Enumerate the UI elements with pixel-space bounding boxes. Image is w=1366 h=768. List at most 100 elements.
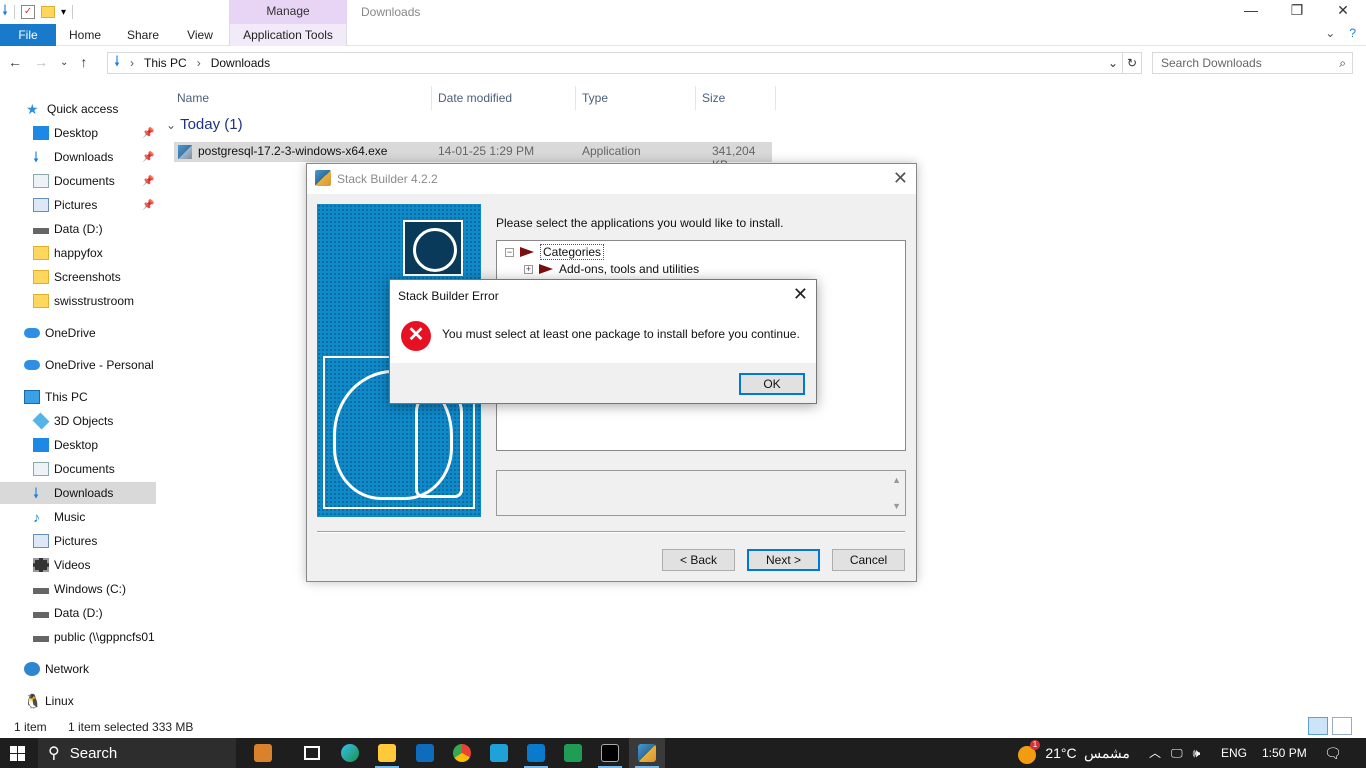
- help-icon[interactable]: ?: [1349, 26, 1356, 40]
- scroll-down-icon[interactable]: ▼: [892, 501, 901, 511]
- tab-view[interactable]: View: [178, 24, 222, 46]
- search-input[interactable]: Search Downloads ⌕: [1152, 52, 1353, 74]
- chevron-right-icon[interactable]: ›: [197, 56, 201, 70]
- nav-downloads[interactable]: 🠗 Downloads: [0, 482, 156, 504]
- tab-application-tools[interactable]: Application Tools: [229, 24, 347, 46]
- selection-info: 1 item selected 333 MB: [68, 720, 194, 734]
- nav-onedrive[interactable]: OneDrive: [0, 322, 156, 344]
- tab-file[interactable]: File: [0, 24, 56, 46]
- network-icon[interactable]: 🖵: [1171, 738, 1183, 768]
- taskbar-green-app[interactable]: [555, 738, 591, 768]
- close-icon[interactable]: ✕: [893, 168, 908, 188]
- nav-documents-pinned[interactable]: Documents 📌: [0, 170, 156, 192]
- cloud-icon: [24, 328, 40, 338]
- volume-icon[interactable]: 🕪: [1193, 738, 1201, 768]
- search-icon: ⌕: [1339, 56, 1346, 70]
- minimize-button[interactable]: —: [1228, 0, 1274, 22]
- weather-widget[interactable]: 1 21°C مشمس: [1018, 738, 1130, 768]
- nav-public-share[interactable]: public (\\gppncfs01: [0, 626, 156, 648]
- column-date-modified[interactable]: Date modified: [432, 86, 576, 110]
- clock[interactable]: 1:50 PM: [1262, 738, 1307, 768]
- download-icon: 🠗: [33, 485, 40, 501]
- nav-downloads-pinned[interactable]: 🠗 Downloads 📌: [0, 146, 156, 168]
- taskbar-chrome[interactable]: [444, 738, 480, 768]
- nav-desktop-pinned[interactable]: Desktop 📌: [0, 122, 156, 144]
- back-arrow-icon[interactable]: ←: [8, 54, 22, 72]
- recent-locations-icon[interactable]: ⌄: [60, 54, 68, 72]
- tree-item-categories[interactable]: − Categories: [505, 244, 605, 260]
- next-button[interactable]: Next >: [747, 549, 820, 571]
- forward-arrow-icon[interactable]: →: [34, 54, 48, 72]
- expand-icon[interactable]: +: [524, 264, 533, 274]
- nav-pictures[interactable]: Pictures: [0, 530, 156, 552]
- nav-network[interactable]: Network: [0, 658, 156, 680]
- group-header[interactable]: ⌄ Today (1): [166, 116, 243, 133]
- collapse-icon[interactable]: −: [505, 247, 514, 257]
- nav-swisstrustroom[interactable]: swisstrustroom: [0, 290, 156, 312]
- ok-button[interactable]: OK: [739, 373, 805, 395]
- file-name: postgresql-17.2-3-windows-x64.exe: [198, 144, 388, 158]
- close-window-button[interactable]: ✕: [1320, 0, 1366, 22]
- nav-windows-c[interactable]: Windows (C:): [0, 578, 156, 600]
- new-folder-icon[interactable]: [41, 6, 56, 18]
- nav-happyfox[interactable]: happyfox: [0, 242, 156, 264]
- details-view-icon[interactable]: [1308, 717, 1328, 735]
- close-icon[interactable]: ✕: [793, 284, 808, 304]
- temperature: 21°C: [1045, 745, 1077, 761]
- nav-linux[interactable]: 🐧 Linux: [0, 690, 156, 712]
- start-button[interactable]: [0, 738, 36, 768]
- chevron-right-icon[interactable]: ›: [130, 56, 134, 70]
- large-icons-view-icon[interactable]: [1332, 717, 1352, 735]
- taskbar-work-app[interactable]: [245, 738, 281, 768]
- up-arrow-icon[interactable]: ↑: [80, 54, 87, 72]
- column-size[interactable]: Size: [696, 86, 776, 110]
- taskbar-file-explorer[interactable]: [369, 738, 405, 768]
- column-name[interactable]: Name: [171, 86, 432, 110]
- stack-builder-title: Stack Builder 4.2.2: [337, 172, 438, 186]
- notification-icon[interactable]: 🗨: [1324, 738, 1342, 768]
- desktop-icon: [33, 126, 49, 140]
- language-indicator[interactable]: ENG: [1221, 738, 1247, 768]
- nav-data-d-quick[interactable]: Data (D:): [0, 218, 156, 240]
- taskbar-task-view[interactable]: [294, 738, 330, 768]
- nav-quick-access[interactable]: ★ Quick access: [0, 98, 156, 120]
- tab-home[interactable]: Home: [62, 24, 108, 46]
- scroll-up-icon[interactable]: ▲: [892, 475, 901, 485]
- nav-3d-objects[interactable]: 3D Objects: [0, 410, 156, 432]
- properties-icon[interactable]: ✓: [21, 5, 36, 19]
- expand-ribbon-icon[interactable]: ⌄: [1325, 26, 1335, 40]
- tree-item-addons[interactable]: + Add-ons, tools and utilities: [524, 262, 699, 276]
- table-row[interactable]: postgresql-17.2-3-windows-x64.exe 14-01-…: [174, 142, 772, 172]
- chevron-up-icon[interactable]: ︿: [1149, 738, 1161, 768]
- taskbar-edge[interactable]: [332, 738, 368, 768]
- manage-context-tab[interactable]: Manage: [229, 0, 347, 24]
- breadcrumb-this-pc[interactable]: This PC: [144, 56, 187, 70]
- taskbar-stack-builder[interactable]: [629, 738, 665, 768]
- nav-videos[interactable]: Videos: [0, 554, 156, 576]
- address-dropdown-icon[interactable]: ⌄: [1108, 56, 1118, 70]
- breadcrumb-downloads[interactable]: Downloads: [211, 56, 270, 70]
- nav-onedrive-personal[interactable]: OneDrive - Personal: [0, 354, 156, 376]
- nav-pictures-pinned[interactable]: Pictures 📌: [0, 194, 156, 216]
- download-arrow-icon[interactable]: 🠗: [2, 0, 8, 24]
- taskbar-vscode[interactable]: [518, 738, 554, 768]
- restore-button[interactable]: ❐: [1274, 0, 1320, 22]
- taskbar-search[interactable]: ⚲ Search: [38, 738, 236, 768]
- back-button[interactable]: < Back: [662, 549, 735, 571]
- nav-screenshots[interactable]: Screenshots: [0, 266, 156, 288]
- refresh-icon[interactable]: ↻: [1123, 52, 1142, 74]
- customize-toolbar-icon[interactable]: ▾: [61, 7, 66, 18]
- nav-data-d[interactable]: Data (D:): [0, 602, 156, 624]
- address-bar[interactable]: 🠗 › This PC › Downloads ⌄: [107, 52, 1123, 74]
- description-box[interactable]: ▲ ▼: [496, 470, 906, 516]
- tab-share[interactable]: Share: [120, 24, 166, 46]
- nav-desktop[interactable]: Desktop: [0, 434, 156, 456]
- taskbar-terminal[interactable]: [592, 738, 628, 768]
- cancel-button[interactable]: Cancel: [832, 549, 905, 571]
- taskbar-outlook[interactable]: [407, 738, 443, 768]
- nav-music[interactable]: ♪ Music: [0, 506, 156, 528]
- nav-this-pc[interactable]: This PC: [0, 386, 156, 408]
- taskbar-power-automate[interactable]: [481, 738, 517, 768]
- nav-documents[interactable]: Documents: [0, 458, 156, 480]
- column-type[interactable]: Type: [576, 86, 696, 110]
